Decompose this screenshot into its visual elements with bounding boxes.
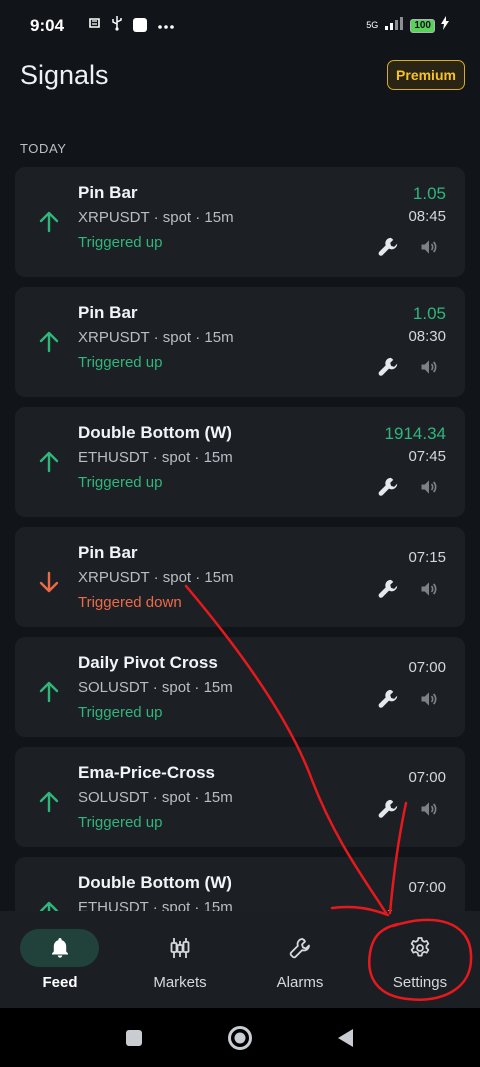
signal-card[interactable]: Pin Bar XRPUSDT · spot · 15m Triggered up 1… xyxy=(15,287,465,397)
signal-price: 1914.34 xyxy=(384,424,446,443)
signal-title: Daily Pivot Cross xyxy=(78,653,218,672)
nav-feed-label: Feed xyxy=(42,974,78,991)
bottom-navigation: Feed Markets Alarms Settings xyxy=(0,911,480,1008)
signal-subtitle: ETHUSDT · spot · 15m xyxy=(78,449,233,466)
nav-markets[interactable]: Markets xyxy=(120,911,240,1008)
network-label: 5G xyxy=(366,20,379,30)
signal-title: Pin Bar xyxy=(78,543,138,562)
wrench-icon[interactable] xyxy=(377,798,399,820)
more-icon xyxy=(157,17,175,34)
system-navigation-bar xyxy=(0,1008,480,1067)
signal-title: Pin Bar xyxy=(78,183,138,202)
status-time: 9:04 xyxy=(30,16,65,35)
arrow-up-icon xyxy=(39,451,59,473)
signal-time: 07:00 xyxy=(408,769,446,786)
signal-subtitle: SOLUSDT · spot · 15m xyxy=(78,789,233,806)
status-bar: 9:04 5G 100 xyxy=(0,0,480,52)
signal-status: Triggered up xyxy=(78,474,163,491)
signal-title: Pin Bar xyxy=(78,303,138,322)
nav-alarms[interactable]: Alarms xyxy=(240,911,360,1008)
signal-time: 08:30 xyxy=(408,328,446,345)
nav-settings[interactable]: Settings xyxy=(360,911,480,1008)
premium-button[interactable]: Premium xyxy=(387,60,465,90)
signal-price: 1.05 xyxy=(412,184,446,203)
signal-title: Double Bottom (W) xyxy=(78,423,232,442)
wrench-icon[interactable] xyxy=(377,476,399,498)
app-notification-icon xyxy=(133,18,147,32)
speaker-icon[interactable] xyxy=(419,237,439,257)
signal-subtitle: XRPUSDT · spot · 15m xyxy=(78,209,234,226)
signal-status: Triggered down xyxy=(78,594,182,611)
signal-time: 07:00 xyxy=(408,659,446,676)
speaker-icon[interactable] xyxy=(419,799,439,819)
signal-icon xyxy=(383,16,405,35)
signal-subtitle: SOLUSDT · spot · 15m xyxy=(78,679,233,696)
signal-time: 07:45 xyxy=(408,448,446,465)
signal-status: Triggered up xyxy=(78,704,163,721)
home-icon[interactable] xyxy=(227,1025,253,1051)
recents-icon[interactable] xyxy=(125,1029,143,1047)
app-header: Signals Premium xyxy=(0,52,480,112)
signal-title: Double Bottom (W) xyxy=(78,873,232,892)
signal-card[interactable]: Pin Bar XRPUSDT · spot · 15m Triggered dow… xyxy=(15,527,465,627)
nav-feed[interactable]: Feed xyxy=(0,911,120,1008)
speaker-icon[interactable] xyxy=(419,579,439,599)
signal-subtitle: XRPUSDT · spot · 15m xyxy=(78,569,234,586)
status-right: 5G 100 xyxy=(366,16,450,35)
gear-icon xyxy=(410,937,430,957)
signal-subtitle: XRPUSDT · spot · 15m xyxy=(78,329,234,346)
signal-card[interactable]: Ema-Price-Cross SOLUSDT · spot · 15m Trigg… xyxy=(15,747,465,847)
signal-status: Triggered up xyxy=(78,354,163,371)
speaker-icon[interactable] xyxy=(419,477,439,497)
signal-time: 07:15 xyxy=(408,549,446,566)
page-title: Signals xyxy=(20,60,109,90)
section-label: TODAY xyxy=(20,141,67,156)
arrow-up-icon xyxy=(39,681,59,703)
signal-time: 07:00 xyxy=(408,879,446,896)
battery-indicator: 100 xyxy=(410,18,435,33)
speaker-icon[interactable] xyxy=(419,689,439,709)
arrow-up-icon xyxy=(39,211,59,233)
wrench-icon[interactable] xyxy=(377,578,399,600)
candlestick-icon xyxy=(170,938,190,958)
signal-time: 08:45 xyxy=(408,208,446,225)
back-icon[interactable] xyxy=(336,1028,354,1048)
wrench-icon[interactable] xyxy=(377,356,399,378)
arrow-up-icon xyxy=(39,791,59,813)
signal-card[interactable]: Pin Bar XRPUSDT · spot · 15m Triggered up 1… xyxy=(15,167,465,277)
arrow-up-icon xyxy=(39,331,59,353)
usb-icon xyxy=(111,15,123,35)
signal-price: 1.05 xyxy=(412,304,446,323)
wrench-icon[interactable] xyxy=(377,688,399,710)
nav-markets-label: Markets xyxy=(153,974,207,991)
signal-status: Triggered up xyxy=(78,814,163,831)
charging-icon xyxy=(440,16,450,35)
nfc-icon xyxy=(88,16,101,34)
notification-icons xyxy=(88,15,175,35)
nav-settings-label: Settings xyxy=(392,974,448,991)
signal-title: Ema-Price-Cross xyxy=(78,763,216,782)
bell-icon xyxy=(52,938,68,958)
nav-alarms-label: Alarms xyxy=(276,974,324,991)
signal-card[interactable]: Daily Pivot Cross SOLUSDT · spot · 15m Tri… xyxy=(15,637,465,737)
signal-card[interactable]: Double Bottom (W) ETHUSDT · spot · 15m Tri… xyxy=(15,407,465,517)
signal-status: Triggered up xyxy=(78,234,163,251)
wrench-icon[interactable] xyxy=(377,236,399,258)
speaker-icon[interactable] xyxy=(419,357,439,377)
arrow-down-icon xyxy=(39,571,59,593)
wrench-icon xyxy=(289,938,310,959)
